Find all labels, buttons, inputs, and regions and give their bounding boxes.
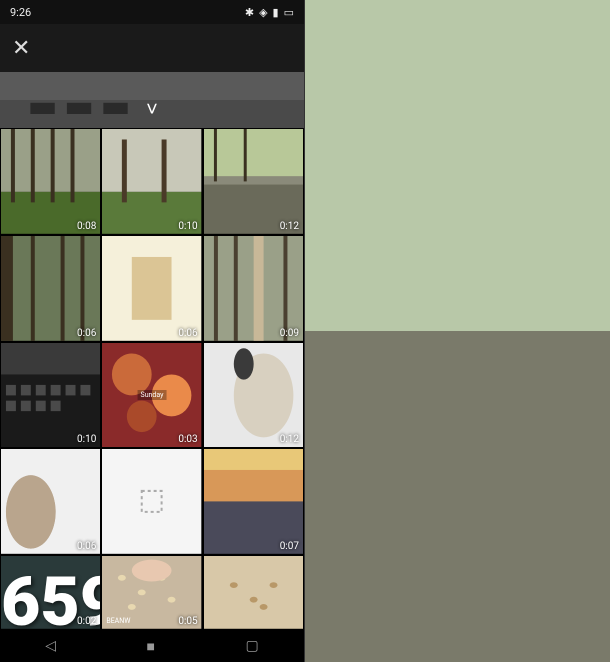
video-thumb[interactable]: BEANW0:05 (101, 555, 202, 630)
video-grid: ˅ 0:08 0:10 0:12 0:06 0:06 0:09 0:10 (0, 72, 304, 630)
video-thumb[interactable]: 0:07 (203, 448, 304, 555)
video-thumb[interactable]: 0:10 (0, 342, 101, 449)
wifi-icon: ◈ (259, 6, 267, 19)
video-thumb[interactable]: 0:06 (0, 235, 101, 342)
status-bar-left: 9:26 ✱ ◈ ▮ ▭ (0, 0, 304, 24)
overlay-label: Sunday (138, 390, 167, 400)
details-panel: 9:30 ✱ ◈ ▮ ▭ ← Add Details CHARGE\ (305, 0, 610, 662)
video-thumb[interactable]: Sunday0:03 (101, 342, 202, 449)
close-icon[interactable]: ✕ (12, 36, 30, 61)
nav-recent-icon[interactable]: ▢ (246, 638, 259, 654)
film-frame (560, 304, 600, 344)
nav-back-icon[interactable]: ◁ (45, 638, 56, 654)
gallery-topbar: ✕ (0, 24, 304, 72)
nav-bar-left: ◁ ■ ▢ (0, 630, 304, 662)
video-thumb[interactable]: 0:06 (101, 235, 202, 342)
thumb-footer-label: BEANW (106, 617, 130, 625)
status-time: 9:26 (10, 6, 31, 19)
nav-home-icon[interactable]: ■ (147, 638, 155, 655)
video-thumb[interactable]: 0:12 (203, 128, 304, 235)
bluetooth-icon: ✱ (245, 6, 254, 19)
video-thumb[interactable] (203, 555, 304, 630)
chevron-down-icon[interactable]: ˅ (146, 97, 158, 122)
video-thumb[interactable]: 0:06 (0, 448, 101, 555)
grid-rows: 0:08 0:10 0:12 0:06 0:06 0:09 0:10 Sunda… (0, 128, 304, 630)
signal-icon: ▮ (273, 6, 279, 19)
trim-filmstrip[interactable] (311, 300, 604, 348)
video-thumb[interactable] (101, 448, 202, 555)
video-thumb[interactable]: 6590:02 (0, 555, 101, 630)
video-thumb[interactable]: 0:10 (101, 128, 202, 235)
battery-icon: ▭ (284, 6, 294, 19)
gallery-hero[interactable]: ˅ (0, 72, 304, 128)
gallery-panel: 9:26 ✱ ◈ ▮ ▭ ✕ ˅ 0:08 0:10 0:12 (0, 0, 305, 662)
video-thumb[interactable]: 0:12 (203, 342, 304, 449)
video-thumb[interactable]: 0:09 (203, 235, 304, 342)
video-thumb[interactable]: 0:08 (0, 128, 101, 235)
